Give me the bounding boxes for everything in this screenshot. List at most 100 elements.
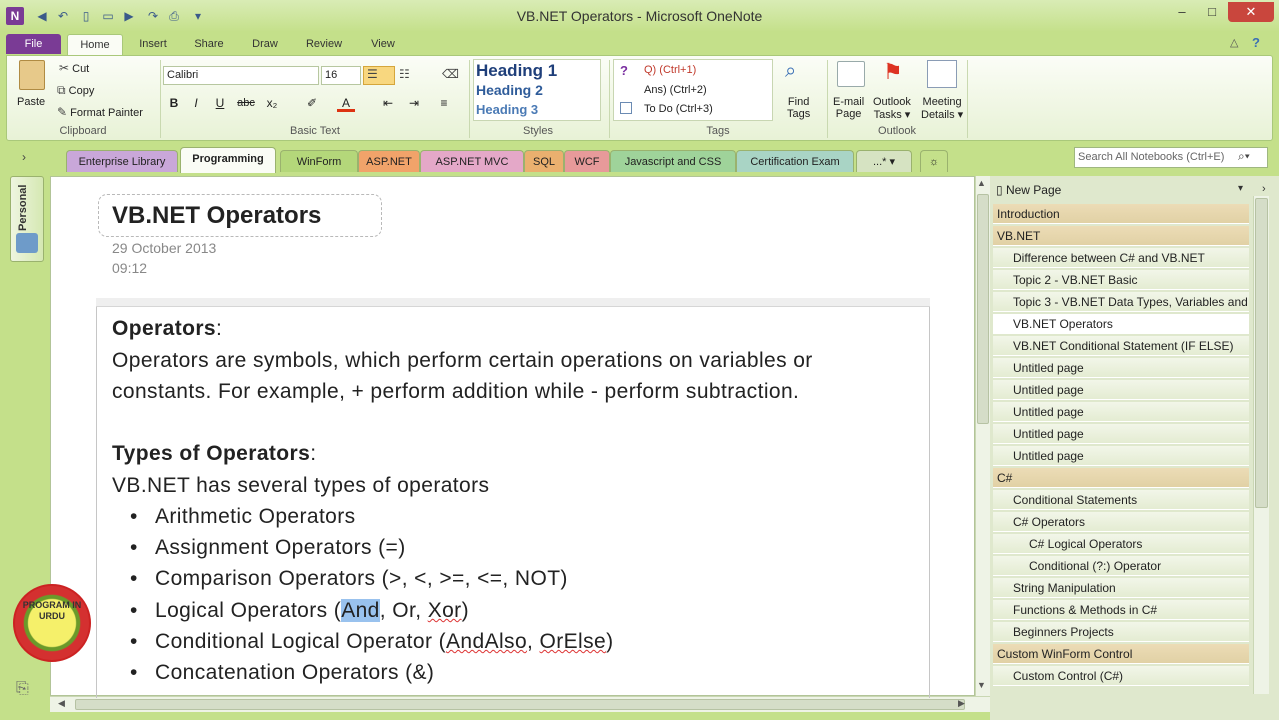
- paste-icon[interactable]: [19, 60, 45, 90]
- list-item[interactable]: Conditional Logical Operator (AndAlso, O…: [155, 630, 614, 654]
- font-color-icon[interactable]: A: [337, 94, 355, 112]
- scroll-right-icon[interactable]: ▶: [958, 698, 965, 709]
- list-item[interactable]: Logical Operators (And, Or, Xor): [155, 599, 469, 623]
- bold-button[interactable]: B: [165, 94, 183, 112]
- page-tab-item[interactable]: Custom Control (C#): [993, 666, 1249, 686]
- font-name-select[interactable]: Calibri: [163, 66, 319, 85]
- tag-question[interactable]: Q) (Ctrl+1): [644, 64, 696, 76]
- increase-indent-icon[interactable]: ⇥: [405, 94, 423, 112]
- tab-draw[interactable]: Draw: [242, 34, 288, 56]
- find-tags-button[interactable]: Find Tags: [787, 96, 810, 120]
- align-icon[interactable]: ≡: [435, 94, 453, 112]
- page-tab-item[interactable]: Conditional Statements: [993, 490, 1249, 510]
- search-icon[interactable]: ⌕▾: [1238, 149, 1250, 164]
- section-tab-wcf[interactable]: WCF: [564, 150, 610, 172]
- page-horizontal-scrollbar[interactable]: ◀ ▶: [50, 696, 990, 712]
- paragraph-line[interactable]: Operators are symbols, which perform cer…: [112, 349, 813, 373]
- page-tab-item[interactable]: Custom WinForm Control: [993, 644, 1249, 664]
- subscript-button[interactable]: x₂: [261, 94, 283, 112]
- section-tab-winform[interactable]: WinForm: [280, 150, 358, 172]
- help-icon[interactable]: ?: [1252, 35, 1260, 50]
- style-heading-1[interactable]: Heading 1: [476, 61, 557, 81]
- paragraph-line[interactable]: constants. For example, + perform additi…: [112, 380, 799, 404]
- styles-gallery[interactable]: Heading 1 Heading 2 Heading 3: [473, 59, 601, 121]
- section-tab-aspnet[interactable]: ASP.NET: [358, 150, 420, 172]
- tab-home[interactable]: Home: [67, 34, 123, 56]
- italic-button[interactable]: I: [187, 94, 205, 112]
- tab-view[interactable]: View: [360, 34, 406, 56]
- page-list-scroll-thumb[interactable]: [1255, 198, 1268, 508]
- highlight-icon[interactable]: ✐: [303, 94, 321, 112]
- heading-operators[interactable]: Operators:: [112, 317, 222, 341]
- numbering-icon[interactable]: ☷: [399, 67, 410, 81]
- tags-gallery[interactable]: ? Q) (Ctrl+1) Ans) (Ctrl+2) To Do (Ctrl+…: [613, 59, 773, 121]
- hscroll-thumb[interactable]: [75, 699, 965, 710]
- meeting-details-button[interactable]: Meeting Details ▾: [921, 96, 963, 121]
- find-tags-icon[interactable]: ⌕: [785, 60, 796, 83]
- collapse-pages-icon[interactable]: ›: [1262, 183, 1266, 195]
- cut-button[interactable]: ✂ Cut: [59, 61, 89, 75]
- strikethrough-button[interactable]: abc: [233, 94, 259, 112]
- style-heading-3[interactable]: Heading 3: [476, 102, 538, 117]
- page-vertical-scrollbar[interactable]: ▲ ▼: [975, 176, 990, 696]
- misspelled-word[interactable]: Xor: [428, 599, 462, 622]
- misspelled-word[interactable]: OrElse: [540, 630, 607, 653]
- section-tab-certification-exam[interactable]: Certification Exam: [736, 150, 854, 172]
- list-item[interactable]: Assignment Operators (=): [155, 536, 406, 560]
- misspelled-word[interactable]: AndAlso: [446, 630, 527, 653]
- tag-answer[interactable]: Ans) (Ctrl+2): [644, 84, 707, 96]
- scroll-down-icon[interactable]: ▼: [977, 680, 986, 690]
- ribbon-minimize-icon[interactable]: △: [1230, 36, 1238, 49]
- section-tab-aspnet-mvc[interactable]: ASP.NET MVC: [420, 150, 524, 172]
- page-tab-item[interactable]: VB.NET Operators: [993, 314, 1249, 334]
- page-tab-item[interactable]: Functions & Methods in C#: [993, 600, 1249, 620]
- page-tab-item[interactable]: Difference between C# and VB.NET: [993, 248, 1249, 268]
- close-button[interactable]: ✕: [1228, 2, 1274, 22]
- page-tab-item[interactable]: VB.NET Conditional Statement (IF ELSE): [993, 336, 1249, 356]
- list-item[interactable]: Arithmetic Operators: [155, 505, 356, 529]
- new-page-button[interactable]: ▯ New Page: [990, 180, 1260, 200]
- outlook-tasks-flag-icon[interactable]: ⚑: [883, 59, 903, 85]
- page-tab-item[interactable]: C# Operators: [993, 512, 1249, 532]
- page-tab-item[interactable]: C#: [993, 468, 1249, 488]
- bullets-button[interactable]: ☰: [363, 66, 395, 85]
- tab-file[interactable]: File: [6, 34, 61, 54]
- outlook-tasks-button[interactable]: Outlook Tasks ▾: [873, 96, 911, 121]
- page-tab-item[interactable]: String Manipulation: [993, 578, 1249, 598]
- page-tab-item[interactable]: Topic 3 - VB.NET Data Types, Variables a…: [993, 292, 1249, 312]
- page-tab-item[interactable]: Untitled page: [993, 424, 1249, 444]
- copy-button[interactable]: ⧉ Copy: [57, 83, 94, 98]
- page-tab-item[interactable]: Untitled page: [993, 402, 1249, 422]
- scroll-left-icon[interactable]: ◀: [58, 698, 65, 709]
- page-tab-item[interactable]: Conditional (?:) Operator: [993, 556, 1249, 576]
- scroll-up-icon[interactable]: ▲: [977, 178, 986, 188]
- underline-button[interactable]: U: [211, 94, 229, 112]
- tag-todo[interactable]: To Do (Ctrl+3): [644, 103, 713, 115]
- list-item[interactable]: Concatenation Operators (&): [155, 661, 434, 685]
- page-tab-item[interactable]: Topic 2 - VB.NET Basic: [993, 270, 1249, 290]
- tab-share[interactable]: Share: [186, 34, 232, 56]
- format-painter-button[interactable]: ✎ Format Painter: [57, 105, 143, 119]
- new-section-tab[interactable]: ☼: [920, 150, 948, 172]
- paste-button[interactable]: Paste: [17, 96, 45, 108]
- page-tab-item[interactable]: Introduction: [993, 204, 1249, 224]
- expand-navigation-icon[interactable]: ›: [22, 150, 26, 164]
- section-tab-more[interactable]: ...* ▾: [856, 150, 912, 172]
- tab-review[interactable]: Review: [300, 34, 348, 56]
- heading-types[interactable]: Types of Operators:: [112, 442, 316, 466]
- tab-insert[interactable]: Insert: [130, 34, 176, 56]
- decrease-indent-icon[interactable]: ⇤: [379, 94, 397, 112]
- page-tab-item[interactable]: VB.NET: [993, 226, 1249, 246]
- maximize-button[interactable]: □: [1198, 2, 1226, 22]
- selected-text[interactable]: And: [341, 599, 380, 622]
- section-tab-programming[interactable]: Programming: [180, 147, 276, 173]
- section-tab-enterprise-library[interactable]: Enterprise Library: [66, 150, 178, 172]
- page-tab-item[interactable]: C# Logical Operators: [993, 534, 1249, 554]
- page-title[interactable]: VB.NET Operators: [112, 202, 321, 230]
- meeting-calendar-icon[interactable]: [927, 60, 957, 88]
- font-size-select[interactable]: 16: [321, 66, 361, 85]
- note-container-handle[interactable]: [96, 298, 930, 307]
- minimize-button[interactable]: –: [1168, 2, 1196, 22]
- intro-line[interactable]: VB.NET has several types of operators: [112, 474, 489, 498]
- email-page-button[interactable]: E-mail Page: [833, 96, 864, 120]
